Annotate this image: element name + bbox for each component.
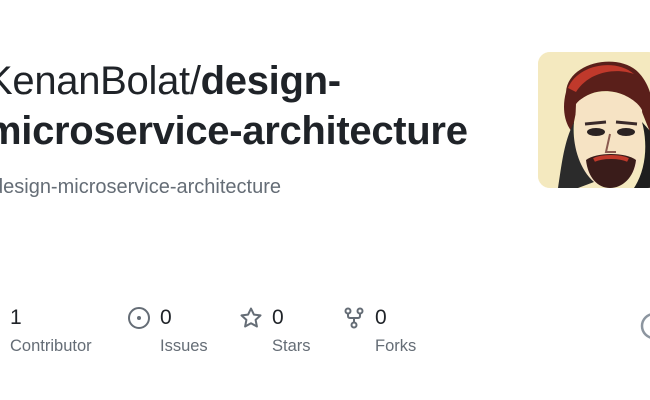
issue-icon — [127, 306, 151, 330]
forks-label: Forks — [375, 337, 417, 355]
stars-label: Stars — [272, 337, 311, 355]
repo-name-line1: design- — [200, 59, 341, 103]
contributors-label: Contributor — [10, 337, 92, 355]
fork-icon — [342, 306, 366, 330]
stat-stars[interactable]: 0 Stars — [239, 303, 339, 363]
repo-description: design-microservice-architecture — [0, 176, 281, 198]
github-logo-icon — [640, 312, 650, 340]
issues-label: Issues — [160, 337, 208, 355]
issues-count: 0 — [160, 306, 172, 329]
star-icon — [239, 306, 263, 330]
repo-title[interactable]: KenanBolat/design- microservice-architec… — [0, 56, 506, 156]
repo-owner: KenanBolat/ — [0, 59, 201, 103]
stat-forks[interactable]: 0 Forks — [342, 303, 442, 363]
stat-contributors[interactable]: 1 Contributor — [0, 303, 110, 363]
contributors-count: 1 — [10, 306, 22, 329]
repo-name-line2: microservice-architecture — [0, 109, 468, 153]
forks-count: 0 — [375, 306, 387, 329]
stat-issues[interactable]: 0 Issues — [127, 303, 237, 363]
stars-count: 0 — [272, 306, 284, 329]
owner-avatar — [538, 52, 650, 188]
